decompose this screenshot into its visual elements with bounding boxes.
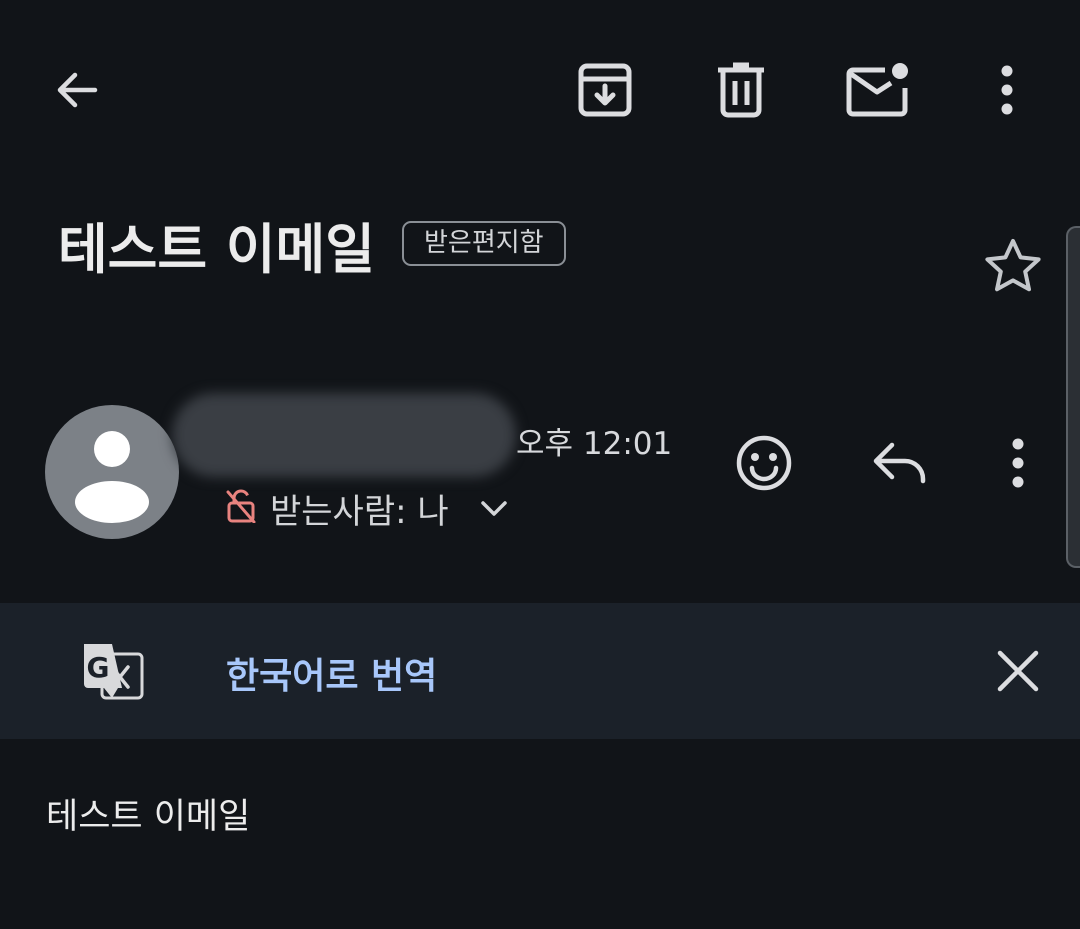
trash-icon — [718, 62, 764, 118]
more-options-button[interactable] — [967, 50, 1047, 130]
sender-name-redacted — [172, 393, 516, 477]
google-translate-icon: G — [80, 640, 146, 704]
expand-details-button[interactable] — [478, 494, 510, 522]
archive-button[interactable] — [565, 50, 645, 130]
person-icon — [75, 431, 149, 523]
mark-unread-icon — [846, 63, 908, 117]
email-subject: 테스트 이메일 — [58, 218, 375, 281]
translate-link[interactable]: 한국어로 번역 — [226, 647, 437, 699]
sender-avatar[interactable] — [45, 405, 179, 539]
delete-button[interactable] — [701, 50, 781, 130]
inbox-label-chip[interactable]: 받은편지함 — [402, 221, 566, 266]
translate-banner — [0, 603, 1080, 739]
archive-icon — [578, 63, 632, 117]
email-body: 테스트 이메일 — [46, 797, 251, 837]
chevron-down-icon — [481, 501, 507, 516]
close-translate-button[interactable] — [978, 631, 1058, 711]
email-time: 오후 12:01 — [516, 426, 673, 462]
svg-text:G: G — [87, 651, 110, 684]
message-more-button[interactable] — [978, 423, 1058, 503]
more-vert-icon — [1012, 438, 1024, 488]
reply-icon — [873, 442, 926, 484]
unencrypted-lock-icon[interactable] — [226, 489, 256, 524]
scrollbar[interactable] — [1066, 226, 1080, 568]
mark-unread-button[interactable] — [837, 50, 917, 130]
arrow-back-icon — [57, 72, 98, 108]
email-view: 테스트 이메일 받은편지함 오후 12:01 받는사람: 나 G 한국어로 번역… — [0, 0, 1080, 929]
back-button[interactable] — [37, 50, 117, 130]
reply-button[interactable] — [860, 423, 940, 503]
recipient-summary[interactable]: 받는사람: 나 — [270, 484, 449, 533]
add-reaction-button[interactable] — [724, 423, 804, 503]
emoji-icon — [736, 435, 792, 491]
close-icon — [997, 650, 1039, 692]
star-button[interactable] — [980, 234, 1046, 300]
star-icon — [985, 239, 1041, 292]
more-vert-icon — [1001, 65, 1013, 115]
